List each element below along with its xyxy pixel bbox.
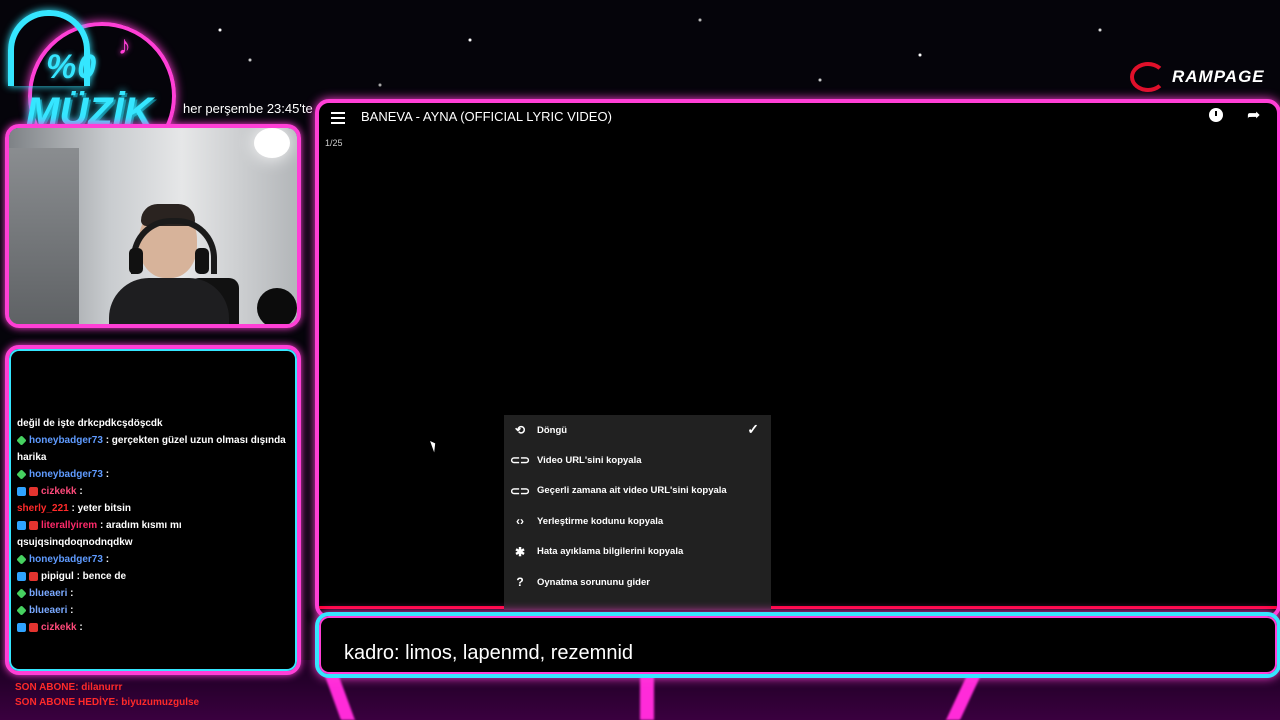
chat-text: : — [70, 588, 74, 599]
chat-text: : — [105, 469, 110, 480]
context-menu-label: Oynatma sorununu gider — [537, 576, 650, 588]
playlist-counter: 1/25 — [325, 138, 343, 148]
red-badge-icon — [29, 571, 38, 581]
context-menu-item[interactable]: ? Oynatma sorununu gider — [504, 567, 771, 597]
blue-badge-icon — [17, 622, 26, 632]
last-gift-subscriber: SON ABONE HEDİYE: biyuzumuzgulse — [15, 697, 200, 708]
chat-username[interactable]: blueaeri — [29, 588, 67, 599]
sponsor-name: RAMPAGE — [1172, 67, 1265, 86]
green-badge-icon — [16, 435, 27, 446]
chat-username[interactable]: cizkekk — [41, 486, 77, 497]
chat-username[interactable]: pipigul — [41, 571, 74, 582]
chat-username[interactable]: blueaeri — [29, 605, 67, 616]
context-menu: ⟲ Döngü ✓ ⊂⊃ Video URL'sini kopyala ⊂⊃ Geçerli… — [504, 415, 771, 610]
context-menu-item[interactable]: ✱ Hata ayıklama bilgilerini kopyala — [504, 537, 771, 567]
chat-text: : yeter bitsin — [71, 503, 131, 514]
chat-text: : — [105, 554, 110, 565]
chat-username[interactable]: literallyirem — [41, 520, 97, 531]
chat-panel[interactable]: değil de işte drkcpdkcşdöşcdk honeybadger… — [5, 345, 301, 675]
link-icon: ⊂⊃ — [509, 453, 531, 468]
context-menu-item[interactable]: ⊂⊃ Geçerli zamana ait video URL'sini kopy… — [504, 476, 771, 506]
chat-message: sherly_221 : yeter bitsin — [17, 500, 287, 517]
music-note-icon: ♪ — [118, 30, 131, 60]
video-header: BANEVA - AYNA (OFFICIAL LYRIC VIDEO) ➦ — [319, 103, 1277, 133]
code-icon: ‹› — [516, 514, 524, 529]
watch-later-icon[interactable] — [1209, 108, 1223, 122]
chat-message: blueaeri : — [16, 585, 287, 602]
logo-percent: %0 — [46, 48, 98, 86]
chat-username[interactable]: sherly_221 — [17, 503, 69, 514]
link-icon: ⊂⊃ — [509, 483, 531, 498]
green-badge-icon — [16, 605, 27, 616]
chat-text: değil de işte drkcpdkcşdöşcdk — [17, 418, 163, 429]
green-badge-icon — [16, 554, 27, 565]
context-menu-item[interactable]: ‹› Yerleştirme kodunu kopyala — [504, 506, 771, 536]
video-progress-bar[interactable] — [319, 606, 1277, 609]
green-badge-icon — [16, 469, 27, 480]
chat-message: cizkekk : — [17, 483, 287, 500]
checkmark-icon: ✓ — [747, 421, 759, 437]
red-badge-icon — [29, 486, 38, 496]
share-icon[interactable]: ➦ — [1247, 105, 1260, 125]
blue-badge-icon — [17, 571, 26, 581]
blue-badge-icon — [17, 486, 26, 496]
chat-message: blueaeri : — [16, 602, 287, 619]
loop-icon: ⟲ — [514, 423, 526, 437]
chat-message: honeybadger73 : — [16, 551, 287, 568]
context-menu-label: Yerleştirme kodunu kopyala — [537, 515, 664, 527]
help-icon: ? — [516, 574, 524, 589]
context-menu-item[interactable]: ⊂⊃ Video URL'sini kopyala — [504, 445, 771, 475]
sponsor-logo: RAMPAGE — [1130, 62, 1265, 92]
chat-username[interactable]: honeybadger73 — [29, 469, 103, 480]
chat-message: pipigul : bence de — [17, 568, 287, 585]
rampage-icon — [1130, 62, 1166, 92]
schedule-text: her perşembe 23:45'te — [183, 101, 313, 116]
bug-icon: ✱ — [514, 544, 526, 559]
blue-badge-icon — [17, 520, 26, 530]
red-badge-icon — [29, 622, 38, 632]
chat-username[interactable]: cizkekk — [41, 622, 77, 633]
chat-message: değil de işte drkcpdkcşdöşcdk — [17, 415, 287, 432]
chat-text: : — [79, 486, 83, 497]
caption-text: kadro: limos, lapenmd, rezemnid — [344, 642, 634, 664]
chat-message: literallyirem : aradım kısmı mı qsujqsin… — [17, 517, 287, 551]
context-menu-label: Döngü — [537, 424, 568, 436]
video-player[interactable]: BANEVA - AYNA (OFFICIAL LYRIC VIDEO) ➦ 1… — [315, 99, 1280, 619]
chat-text: : — [79, 622, 83, 633]
microphone — [257, 288, 297, 324]
video-title[interactable]: BANEVA - AYNA (OFFICIAL LYRIC VIDEO) — [361, 109, 612, 124]
chat-message-list: değil de işte drkcpdkcşdöşcdk honeybadger… — [16, 415, 287, 636]
streamer — [109, 204, 229, 324]
chat-username[interactable]: honeybadger73 — [29, 554, 103, 565]
playlist-icon[interactable] — [331, 109, 347, 124]
context-menu-item[interactable]: ⟲ Döngü ✓ — [504, 415, 771, 445]
green-badge-icon — [16, 588, 27, 599]
red-badge-icon — [29, 520, 38, 530]
chat-text: : — [70, 605, 74, 616]
lamp-light — [254, 128, 290, 158]
chat-username[interactable]: honeybadger73 — [29, 435, 103, 446]
chat-message: honeybadger73 : gerçekten güzel uzun olm… — [16, 432, 287, 466]
chat-text: : bence de — [76, 571, 127, 582]
chat-message: cizkekk : — [17, 619, 287, 636]
webcam-feed — [5, 124, 301, 328]
context-menu-label: Video URL'sini kopyala — [537, 455, 642, 467]
last-subscriber: SON ABONE: dilanurrr — [15, 682, 123, 693]
caption-bar: kadro: limos, lapenmd, rezemnid — [315, 612, 1280, 678]
context-menu-label: Hata ayıklama bilgilerini kopyala — [537, 546, 684, 558]
context-menu-label: Geçerli zamana ait video URL'sini kopyal… — [537, 485, 727, 497]
chat-message: honeybadger73 : — [16, 466, 287, 483]
